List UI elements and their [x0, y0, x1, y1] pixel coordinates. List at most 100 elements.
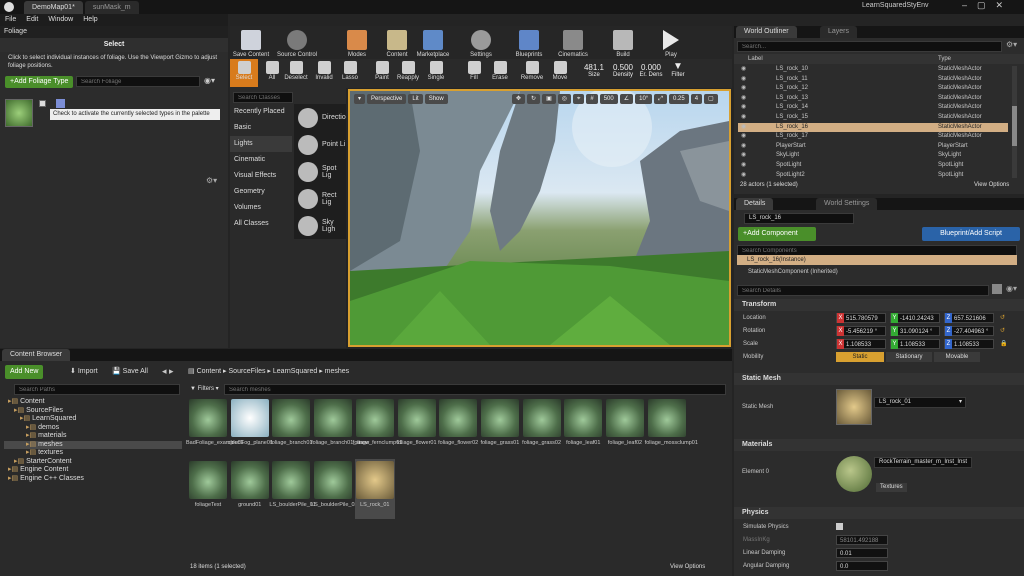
- category-basic[interactable]: Basic: [230, 120, 292, 136]
- category-all-classes[interactable]: All Classes: [230, 216, 292, 232]
- viewport[interactable]: ▾ Perspective Lit Show ✥ ↻ ▣ ◎ ⌖ #500 ∠ 10° ⤢ 0.25 4 ▢: [348, 89, 731, 347]
- materials-section[interactable]: Materials: [734, 439, 1024, 451]
- folder-item[interactable]: ▸▤ meshes: [4, 440, 182, 449]
- rotation-z[interactable]: Z -27.404963 °: [944, 326, 994, 336]
- tool-select[interactable]: Select: [230, 59, 258, 87]
- location-y[interactable]: Y -1410.24243: [890, 313, 940, 323]
- translate-icon[interactable]: ✥: [512, 94, 526, 104]
- type-column-header[interactable]: Type: [938, 54, 951, 64]
- asset-tile[interactable]: foliage_flower02: [438, 397, 478, 457]
- outliner-row[interactable]: ◉ SpotLight SpotLight: [738, 161, 1008, 171]
- crumb-learnsquared[interactable]: LearnSquared: [273, 368, 317, 375]
- class-search-input[interactable]: [233, 92, 293, 103]
- category-lights[interactable]: Lights: [230, 136, 292, 152]
- outliner-row[interactable]: ◉ PlayerStart PlayerStart: [738, 142, 1008, 152]
- world-icon[interactable]: ◎: [557, 94, 571, 104]
- settings-icon[interactable]: ⚙▾: [206, 176, 217, 185]
- material-tab[interactable]: sunMask_m: [84, 1, 139, 14]
- crumb-sourcefiles[interactable]: SourceFiles: [229, 368, 266, 375]
- blueprint-script-button[interactable]: Blueprint/Add Script: [922, 227, 1020, 241]
- maximize-icon[interactable]: ▢: [704, 94, 718, 104]
- outliner-row[interactable]: ◉ SkyLight SkyLight: [738, 151, 1008, 161]
- perspective-button[interactable]: Perspective: [367, 94, 407, 104]
- rotation-snap-icon[interactable]: ∠: [619, 94, 634, 104]
- mobility-static[interactable]: Static: [836, 352, 884, 362]
- brush-size[interactable]: 481.1 Size: [582, 63, 606, 78]
- visibility-eye-icon[interactable]: ◉: [741, 152, 749, 159]
- outliner-row[interactable]: ◉ LS_rock_16 StaticMeshActor: [738, 122, 1008, 133]
- visibility-eye-icon[interactable]: ◉: [741, 172, 749, 179]
- tool-remove[interactable]: Remove: [518, 59, 546, 87]
- lock-icon[interactable]: 🔒: [1000, 338, 1007, 350]
- asset-tile[interactable]: foliage_mossclump01: [645, 397, 698, 457]
- outliner-search-input[interactable]: [737, 41, 1002, 52]
- rotation-y[interactable]: Y 31.090124 °: [890, 326, 940, 336]
- folder-item[interactable]: ▸▤ textures: [4, 449, 182, 458]
- tool-fill[interactable]: Fill: [460, 59, 488, 87]
- filter-button[interactable]: ▼ Filter: [666, 61, 690, 78]
- outliner-row[interactable]: ◉ LS_rock_13 StaticMeshActor: [738, 94, 1008, 104]
- static-mesh-thumbnail[interactable]: [836, 389, 872, 425]
- foliage-tab[interactable]: Foliage: [0, 26, 228, 38]
- scale-snap[interactable]: 0.25: [669, 94, 689, 104]
- grid-size[interactable]: 500: [599, 94, 618, 104]
- visibility-eye-icon[interactable]: ◉: [741, 85, 749, 92]
- static-mesh-dropdown[interactable]: LS_rock_01 ▾: [874, 397, 966, 408]
- visibility-icon[interactable]: ◉▾: [204, 76, 215, 85]
- outliner-view-options[interactable]: View Options: [974, 182, 1009, 188]
- instance-row[interactable]: LS_rock_16(Instance): [737, 255, 1017, 265]
- content-browser-tab[interactable]: Content Browser: [2, 349, 71, 361]
- asset-tile[interactable]: foliage_flower01: [396, 397, 437, 457]
- location-z[interactable]: Z 657.521606: [944, 313, 994, 323]
- outliner-settings-icon[interactable]: ⚙▾: [1006, 40, 1017, 49]
- asset-tile[interactable]: foliage_branch01_snow: [311, 397, 369, 457]
- active-checkbox[interactable]: [39, 100, 46, 107]
- outliner-row[interactable]: ◉ LS_rock_11 StaticMeshActor: [738, 75, 1008, 85]
- outliner-row[interactable]: ◉ LS_rock_15 StaticMeshActor: [738, 113, 1008, 123]
- asset-tile[interactable]: LS_boulderPile_01: [269, 459, 316, 519]
- menu-file[interactable]: File: [0, 14, 21, 26]
- menu-help[interactable]: Help: [78, 14, 102, 26]
- reset-icon[interactable]: ↺: [1000, 312, 1005, 324]
- visibility-eye-icon[interactable]: ◉: [741, 76, 749, 83]
- filters-button[interactable]: ▼ Filters ▾: [190, 385, 219, 392]
- world-outliner-tab[interactable]: World Outliner: [736, 26, 797, 38]
- asset-tile[interactable]: BadFoliage_example01: [186, 397, 244, 457]
- outliner-row[interactable]: ◉ LS_rock_10 StaticMeshActor: [738, 65, 1008, 75]
- tool-single[interactable]: Single: [422, 59, 450, 87]
- scale-icon[interactable]: ▣: [542, 94, 556, 104]
- surface-snap-icon[interactable]: ⌖: [572, 94, 585, 104]
- brush-density[interactable]: 0.500 Density: [610, 63, 636, 78]
- visibility-eye-icon[interactable]: ◉: [741, 143, 749, 150]
- angular-damping-field[interactable]: 0.0: [836, 561, 888, 571]
- foliage-thumbnail[interactable]: [5, 99, 33, 127]
- location-x[interactable]: X 515.780579: [836, 313, 886, 323]
- asset-tile[interactable]: foliage_fernclump01: [353, 397, 402, 457]
- visibility-eye-icon[interactable]: ◉: [741, 114, 749, 121]
- asset-tile[interactable]: foliage_leaf01: [563, 397, 603, 457]
- tool-reapply[interactable]: Reapply: [394, 59, 422, 87]
- import-button[interactable]: ⬇ Import: [70, 367, 98, 375]
- folder-item[interactable]: ▸▤ materials: [4, 432, 182, 441]
- visibility-eye-icon[interactable]: ◉: [741, 95, 749, 102]
- mass-field[interactable]: 58101.492188: [836, 535, 888, 545]
- menu-window[interactable]: Window: [43, 14, 78, 26]
- asset-tile[interactable]: LS_rock_01: [354, 459, 395, 519]
- asset-tile[interactable]: foliage_leaf02: [605, 397, 645, 457]
- save-all-button[interactable]: 💾 Save All: [112, 367, 148, 375]
- outliner-scrollbar[interactable]: [1012, 66, 1017, 178]
- rect-light-item[interactable]: Rect Lig: [294, 185, 346, 212]
- level-tab[interactable]: DemoMap01*: [24, 1, 83, 14]
- save-icon[interactable]: [56, 99, 65, 108]
- folder-item[interactable]: ▸▤ demos: [4, 424, 182, 433]
- grid-snap-icon[interactable]: #: [586, 94, 598, 104]
- reset-icon[interactable]: ↺: [1000, 325, 1005, 337]
- outliner-row[interactable]: ◉ SpotLight2 SpotLight: [738, 171, 1008, 180]
- tool-erase[interactable]: Erase: [486, 59, 514, 87]
- tool-lasso[interactable]: Lasso: [336, 59, 364, 87]
- path-search-input[interactable]: [14, 384, 180, 395]
- details-search-input[interactable]: [737, 285, 989, 296]
- rotate-icon[interactable]: ↻: [527, 94, 541, 104]
- tool-invalid[interactable]: Invalid: [310, 59, 338, 87]
- mobility-stationary[interactable]: Stationary: [886, 352, 932, 362]
